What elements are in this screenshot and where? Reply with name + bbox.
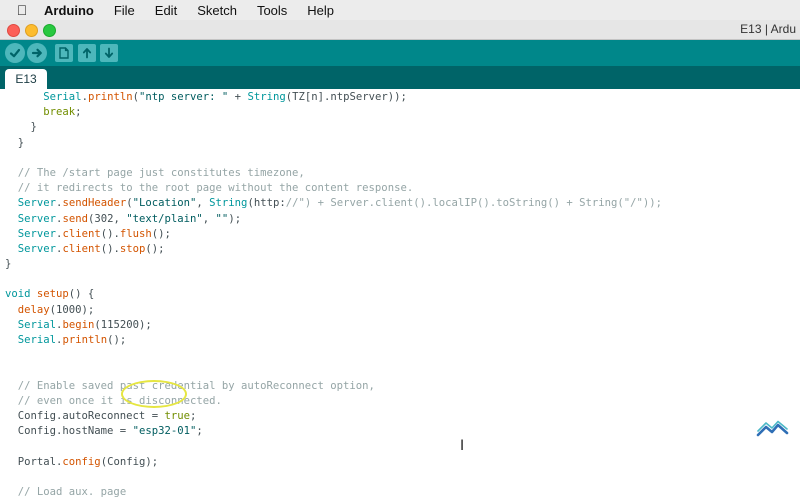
code-line[interactable]: // even once it is disconnected. [5,394,662,409]
brand-logo [756,420,789,437]
code-editor[interactable]: Serial.println("ntp server: " + String(T… [0,89,800,498]
minimize-window-button[interactable] [25,24,38,37]
code-line[interactable]: Server.client().stop(); [5,242,662,257]
code-line[interactable]: // Load aux. page [5,485,662,500]
tab-e13[interactable]: E13 [5,69,47,89]
open-sketch-button[interactable] [78,44,96,62]
code-line[interactable]: } [5,136,662,151]
code-line[interactable]: Portal.config(Config); [5,455,662,470]
arrow-down-icon [104,47,114,58]
window-title-bar: E13 | Ardu [0,20,800,40]
code-line[interactable]: Serial.println(); [5,333,662,348]
code-line[interactable]: void setup() { [5,287,662,302]
code-line[interactable]: Config.hostName = "esp32-01"; [5,424,662,439]
window-title: E13 | Ardu [740,22,796,36]
new-file-icon [59,47,69,59]
code-line[interactable] [5,363,662,378]
menu-sketch[interactable]: Sketch [197,3,237,18]
code-line[interactable]: Server.sendHeader("Location", String(htt… [5,196,662,211]
menu-help[interactable]: Help [307,3,334,18]
menu-app-arduino[interactable]: Arduino [44,3,94,18]
code-line[interactable]: // Enable saved past credential by autoR… [5,379,662,394]
code-line[interactable]: Serial.begin(115200); [5,318,662,333]
code-line[interactable]: } [5,120,662,135]
highlight-annotation-ring [121,380,187,408]
sketch-tab-bar: E13 [0,66,800,89]
code-line[interactable]: Config.autoReconnect = true; [5,409,662,424]
code-line[interactable]: // The /start page just constitutes time… [5,166,662,181]
close-window-button[interactable] [7,24,20,37]
new-sketch-button[interactable] [55,44,73,62]
code-line[interactable]: delay(1000); [5,303,662,318]
upload-button[interactable] [27,43,47,63]
save-sketch-button[interactable] [100,44,118,62]
checkmark-icon [9,48,21,58]
arrow-up-icon [82,48,92,59]
arduino-toolbar [0,40,800,66]
menu-tools[interactable]: Tools [257,3,287,18]
menu-file[interactable]: File [114,3,135,18]
menu-edit[interactable]: Edit [155,3,177,18]
macos-menu-bar:  Arduino File Edit Sketch Tools Help [0,0,800,21]
code-line[interactable]: } [5,257,662,272]
code-line[interactable]: Server.send(302, "text/plain", ""); [5,212,662,227]
code-line[interactable]: break; [5,105,662,120]
text-cursor-icon: I [460,438,465,454]
apple-icon[interactable]:  [14,2,30,18]
zoom-window-button[interactable] [43,24,56,37]
code-line[interactable] [5,470,662,485]
code-line[interactable]: Server.client().flush(); [5,227,662,242]
code-line[interactable]: Serial.println("ntp server: " + String(T… [5,90,662,105]
code-line[interactable] [5,272,662,287]
code-line[interactable]: // it redirects to the root page without… [5,181,662,196]
code-text[interactable]: Serial.println("ntp server: " + String(T… [5,90,662,500]
code-line[interactable] [5,151,662,166]
code-line[interactable] [5,439,662,454]
verify-button[interactable] [5,43,25,63]
arrow-right-icon [31,48,42,58]
code-line[interactable] [5,348,662,363]
